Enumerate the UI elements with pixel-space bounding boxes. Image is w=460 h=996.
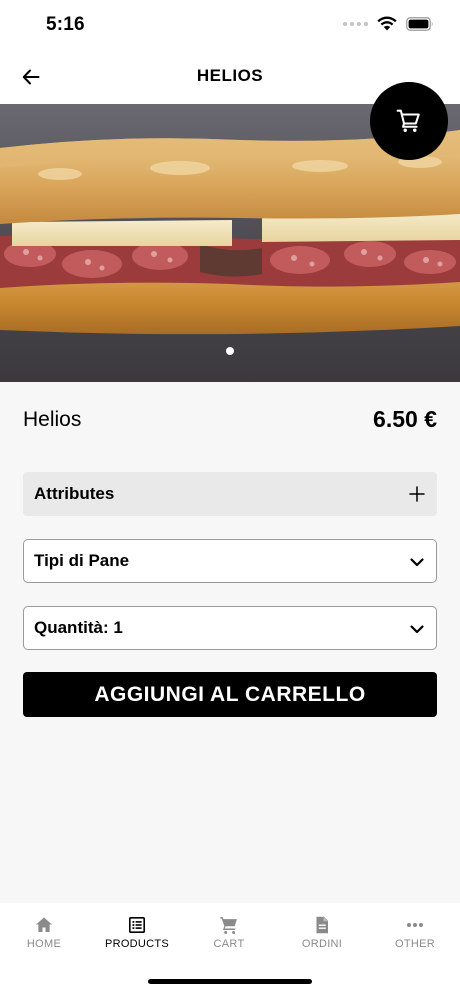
attributes-label: Attributes xyxy=(34,484,115,503)
quantity-select[interactable]: Quantità: 1 xyxy=(23,606,437,650)
nav-label-other: OTHER xyxy=(395,938,435,950)
nav-item-orders[interactable]: ORDINI xyxy=(276,915,368,950)
nav-label-home: HOME xyxy=(26,938,62,950)
status-time: 5:16 xyxy=(46,14,85,35)
attributes-accordion[interactable]: Attributes xyxy=(23,472,437,516)
nav-item-home[interactable]: HOME xyxy=(0,915,90,950)
page-title: HELIOS xyxy=(196,66,264,85)
cellular-signal-icon xyxy=(343,21,368,26)
cart-fab-button[interactable] xyxy=(370,82,448,160)
plus-icon xyxy=(409,486,425,502)
chevron-down-icon xyxy=(410,625,424,634)
nav-label-cart: CART xyxy=(213,938,245,950)
more-dots-icon xyxy=(407,923,423,927)
nav-item-cart[interactable]: CART xyxy=(183,915,275,950)
nav-label-orders: ORDINI xyxy=(301,938,343,950)
nav-item-other[interactable]: OTHER xyxy=(369,915,460,950)
product-name: Helios xyxy=(23,408,82,431)
nav-label-products: PRODUCTS xyxy=(104,938,170,950)
nav-item-products[interactable]: PRODUCTS xyxy=(91,915,183,950)
status-bar: 5:16 xyxy=(0,0,460,50)
add-to-cart-button[interactable]: AGGIUNGI AL CARRELLO xyxy=(23,672,437,717)
wifi-icon xyxy=(377,16,397,31)
home-indicator xyxy=(148,979,312,984)
quantity-label: Quantità: 1 xyxy=(34,618,123,637)
chevron-down-icon xyxy=(410,558,424,567)
battery-icon xyxy=(406,16,433,31)
document-icon xyxy=(316,916,328,934)
bread-type-select[interactable]: Tipi di Pane xyxy=(23,539,437,583)
product-price: 6.50 € xyxy=(373,406,437,432)
home-icon xyxy=(36,917,52,932)
status-icons xyxy=(343,16,434,31)
product-detail-screen: 5:16 HELIOS Helios 6.50 € Attributes Tip… xyxy=(0,0,460,996)
list-icon xyxy=(128,916,145,933)
bread-type-label: Tipi di Pane xyxy=(34,551,130,570)
carousel-dot-active xyxy=(226,347,234,355)
cart-icon xyxy=(396,109,420,132)
cart-icon xyxy=(220,917,237,934)
